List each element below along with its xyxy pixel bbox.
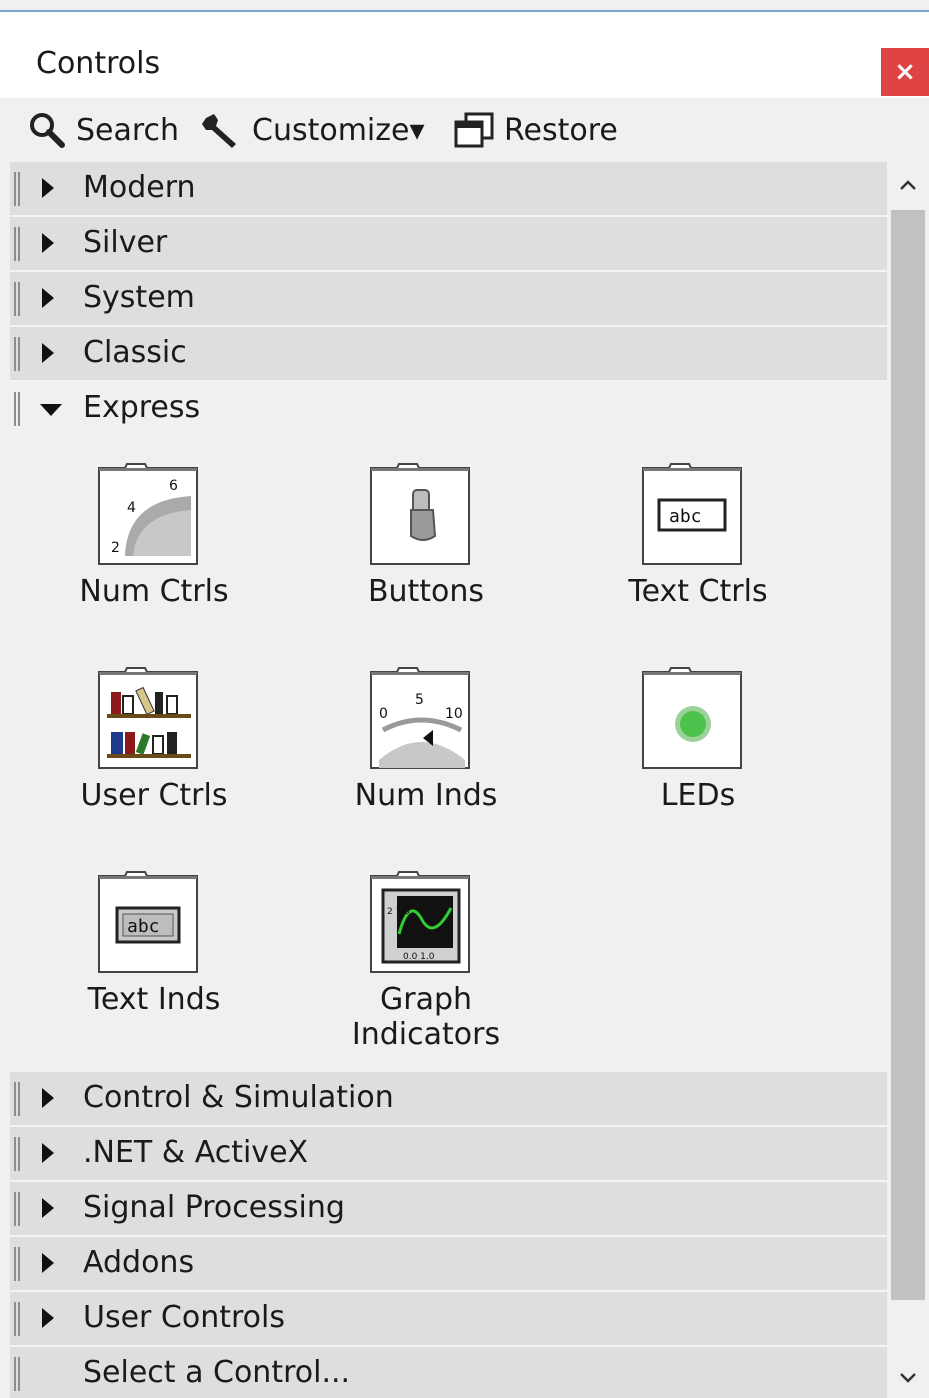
window-title: Controls	[36, 46, 161, 81]
search-button[interactable]: Search	[26, 108, 179, 152]
palette-item-text-inds[interactable]: abc Text Inds	[34, 868, 274, 1038]
svg-text:4: 4	[127, 500, 136, 516]
expand-arrow-icon	[42, 1308, 54, 1328]
category-modern[interactable]: Modern	[10, 162, 887, 217]
drag-grip-icon[interactable]	[14, 392, 20, 426]
palette-item-graph-indicators[interactable]: 2 1 0 0.0 1.0 Graph Indicators	[306, 868, 546, 1052]
expand-arrow-icon	[42, 178, 54, 198]
category-label: Modern	[83, 170, 196, 205]
palette-item-label: Num Inds	[354, 778, 498, 813]
drag-grip-icon[interactable]	[14, 1247, 20, 1281]
vertical-scrollbar[interactable]	[887, 162, 929, 1398]
category-label: Control & Simulation	[83, 1080, 394, 1115]
expand-arrow-icon	[42, 1198, 54, 1218]
expand-arrow-icon	[42, 1143, 54, 1163]
drag-grip-icon[interactable]	[14, 1137, 20, 1171]
svg-text:6: 6	[169, 478, 178, 494]
category-label: Addons	[83, 1245, 195, 1280]
category-label: System	[83, 280, 195, 315]
num-ctrls-icon: 2 4 6	[98, 463, 198, 565]
expand-arrow-icon	[42, 233, 54, 253]
palette-item-num-inds[interactable]: 0 5 10 Num Inds	[306, 664, 546, 834]
expand-arrow-icon	[42, 1253, 54, 1273]
palette-item-label: LEDs	[660, 778, 736, 813]
palette-item-user-ctrls[interactable]: User Ctrls	[34, 664, 274, 834]
search-label: Search	[76, 112, 180, 148]
category-addons[interactable]: Addons	[10, 1237, 887, 1292]
category-signal-processing[interactable]: Signal Processing	[10, 1182, 887, 1237]
search-icon	[30, 113, 65, 148]
category-label: Select a Control...	[83, 1355, 351, 1390]
restore-label: Restore	[504, 112, 618, 148]
category-label: Classic	[83, 335, 187, 370]
palette-item-label: Buttons	[367, 574, 485, 609]
category-silver[interactable]: Silver	[10, 217, 887, 272]
category-list: Modern Silver System Classic Express 2 4…	[10, 162, 887, 1398]
restore-button[interactable]: Restore	[452, 108, 618, 152]
category-label: Signal Processing	[83, 1190, 345, 1225]
title-bar[interactable]: Controls ×	[0, 12, 929, 98]
expand-arrow-icon	[42, 288, 54, 308]
category-control-simulation[interactable]: Control & Simulation	[10, 1072, 887, 1127]
svg-text:0.0 1.0: 0.0 1.0	[403, 952, 435, 962]
chevron-up-icon	[900, 180, 916, 190]
palette-item-buttons[interactable]: Buttons	[306, 460, 546, 630]
palette-item-num-ctrls[interactable]: 2 4 6 Num Ctrls	[34, 460, 274, 630]
category-label: User Controls	[83, 1300, 285, 1335]
palette-item-label: Text Ctrls	[628, 574, 768, 609]
restore-icon	[454, 112, 494, 148]
expand-arrow-icon	[42, 343, 54, 363]
category-classic[interactable]: Classic	[10, 327, 887, 382]
user-ctrls-icon	[98, 667, 198, 769]
palette-item-label: Num Ctrls	[79, 574, 229, 609]
scrollbar-thumb[interactable]	[891, 210, 925, 1300]
svg-text:2: 2	[111, 540, 120, 556]
palette-item-label: Text Inds	[87, 982, 221, 1017]
collapse-arrow-icon	[40, 404, 62, 416]
palette-item-text-ctrls[interactable]: abc Text Ctrls	[578, 460, 818, 630]
palette-item-label: Graph Indicators	[351, 982, 501, 1052]
customize-button[interactable]: Customize▾	[200, 108, 425, 152]
text-inds-icon: abc	[98, 871, 198, 973]
buttons-icon	[370, 463, 470, 565]
svg-text:10: 10	[445, 706, 463, 722]
palette-toolbar: Search Customize▾ Restore	[10, 98, 929, 162]
drag-grip-icon[interactable]	[14, 227, 20, 261]
palette-item-leds[interactable]: LEDs	[578, 664, 818, 834]
num-inds-icon: 0 5 10	[370, 667, 470, 769]
scroll-down-button[interactable]	[887, 1358, 929, 1398]
leds-icon	[642, 667, 742, 769]
drag-grip-icon[interactable]	[14, 1302, 20, 1336]
svg-text:2 1 0: 2 1 0	[387, 907, 410, 917]
category-label: Silver	[83, 225, 168, 260]
drag-grip-icon[interactable]	[14, 172, 20, 206]
svg-text:0: 0	[379, 706, 388, 722]
controls-palette-window: Controls × Search Customize▾ Restore Mod…	[0, 0, 929, 1398]
svg-text:abc: abc	[669, 506, 702, 527]
wrench-icon	[202, 114, 236, 148]
drag-grip-icon[interactable]	[14, 282, 20, 316]
category-net-activex[interactable]: .NET & ActiveX	[10, 1127, 887, 1182]
drag-grip-icon[interactable]	[14, 1357, 20, 1391]
category-label: Express	[83, 390, 201, 425]
text-ctrls-icon: abc	[642, 463, 742, 565]
svg-text:abc: abc	[127, 916, 160, 937]
customize-label: Customize▾	[252, 112, 425, 148]
drag-grip-icon[interactable]	[14, 337, 20, 371]
category-express[interactable]: Express	[10, 382, 887, 435]
drag-grip-icon[interactable]	[14, 1192, 20, 1226]
close-button[interactable]: ×	[881, 48, 929, 96]
palette-item-label: User Ctrls	[80, 778, 228, 813]
expand-arrow-icon	[42, 1088, 54, 1108]
drag-grip-icon[interactable]	[14, 1082, 20, 1116]
chevron-down-icon	[900, 1373, 916, 1383]
select-a-control-item[interactable]: Select a Control...	[10, 1347, 887, 1398]
graph-indicators-icon: 2 1 0 0.0 1.0	[370, 871, 470, 973]
category-label: .NET & ActiveX	[83, 1135, 309, 1170]
category-system[interactable]: System	[10, 272, 887, 327]
svg-text:5: 5	[415, 692, 424, 708]
scroll-up-button[interactable]	[887, 162, 929, 208]
category-user-controls[interactable]: User Controls	[10, 1292, 887, 1347]
